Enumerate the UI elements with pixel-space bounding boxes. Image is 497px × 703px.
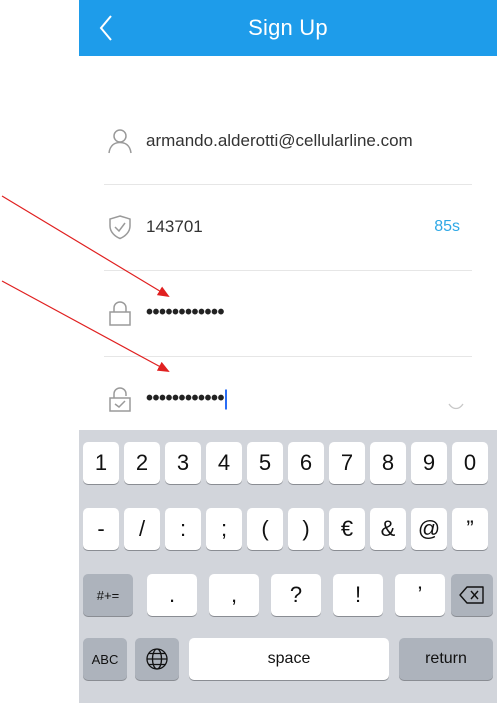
globe-key[interactable] [135,638,179,680]
email-field[interactable]: armando.alderotti@cellularline.com [146,131,413,151]
symbols-switch-key[interactable]: #+= [83,574,133,616]
abc-key[interactable]: ABC [83,638,127,680]
key-colon[interactable]: : [165,508,201,550]
key-comma[interactable]: , [209,574,259,616]
key-ampersand[interactable]: & [370,508,406,550]
key-exclamation[interactable]: ! [333,574,383,616]
key-euro[interactable]: € [329,508,365,550]
key-3[interactable]: 3 [165,442,201,484]
key-at[interactable]: @ [411,508,447,550]
key-7[interactable]: 7 [329,442,365,484]
key-0[interactable]: 0 [452,442,488,484]
space-key[interactable]: space [189,638,389,680]
key-quote[interactable]: ” [452,508,488,550]
globe-icon [146,648,168,670]
lock-check-icon [109,387,131,412]
key-paren-close[interactable]: ) [288,508,324,550]
keyboard: 1 2 3 4 5 6 7 8 9 0 - / : ; ( ) € & @ ” … [79,430,497,703]
key-semicolon[interactable]: ; [206,508,242,550]
password-row[interactable]: •••••••••••• [104,270,472,357]
key-2[interactable]: 2 [124,442,160,484]
return-key[interactable]: return [399,638,493,680]
key-5[interactable]: 5 [247,442,283,484]
key-slash[interactable]: / [124,508,160,550]
verification-code-field[interactable]: 143701 [146,217,203,237]
key-question[interactable]: ? [271,574,321,616]
key-1[interactable]: 1 [83,442,119,484]
email-row[interactable]: armando.alderotti@cellularline.com [104,98,472,185]
confirm-password-field[interactable]: •••••••••••• [146,387,228,411]
password-field[interactable]: •••••••••••• [146,302,225,325]
delete-key[interactable] [451,574,493,616]
code-row[interactable]: 143701 85s [104,184,472,271]
key-paren-open[interactable]: ( [247,508,283,550]
key-6[interactable]: 6 [288,442,324,484]
key-hyphen[interactable]: - [83,508,119,550]
page-title: Sign Up [248,15,328,40]
text-caret [225,389,228,410]
backspace-icon [459,586,484,604]
key-4[interactable]: 4 [206,442,242,484]
navigation-bar: Sign Up [79,0,497,56]
lock-icon [109,301,131,326]
resend-countdown: 85s [434,218,460,235]
confirm-password-value: •••••••••••• [146,387,225,410]
key-period[interactable]: . [147,574,197,616]
shield-check-icon [109,215,131,240]
user-icon [108,129,132,154]
eye-closed-icon[interactable] [448,403,464,411]
key-9[interactable]: 9 [411,442,447,484]
key-apostrophe[interactable]: ’ [395,574,445,616]
key-8[interactable]: 8 [370,442,406,484]
